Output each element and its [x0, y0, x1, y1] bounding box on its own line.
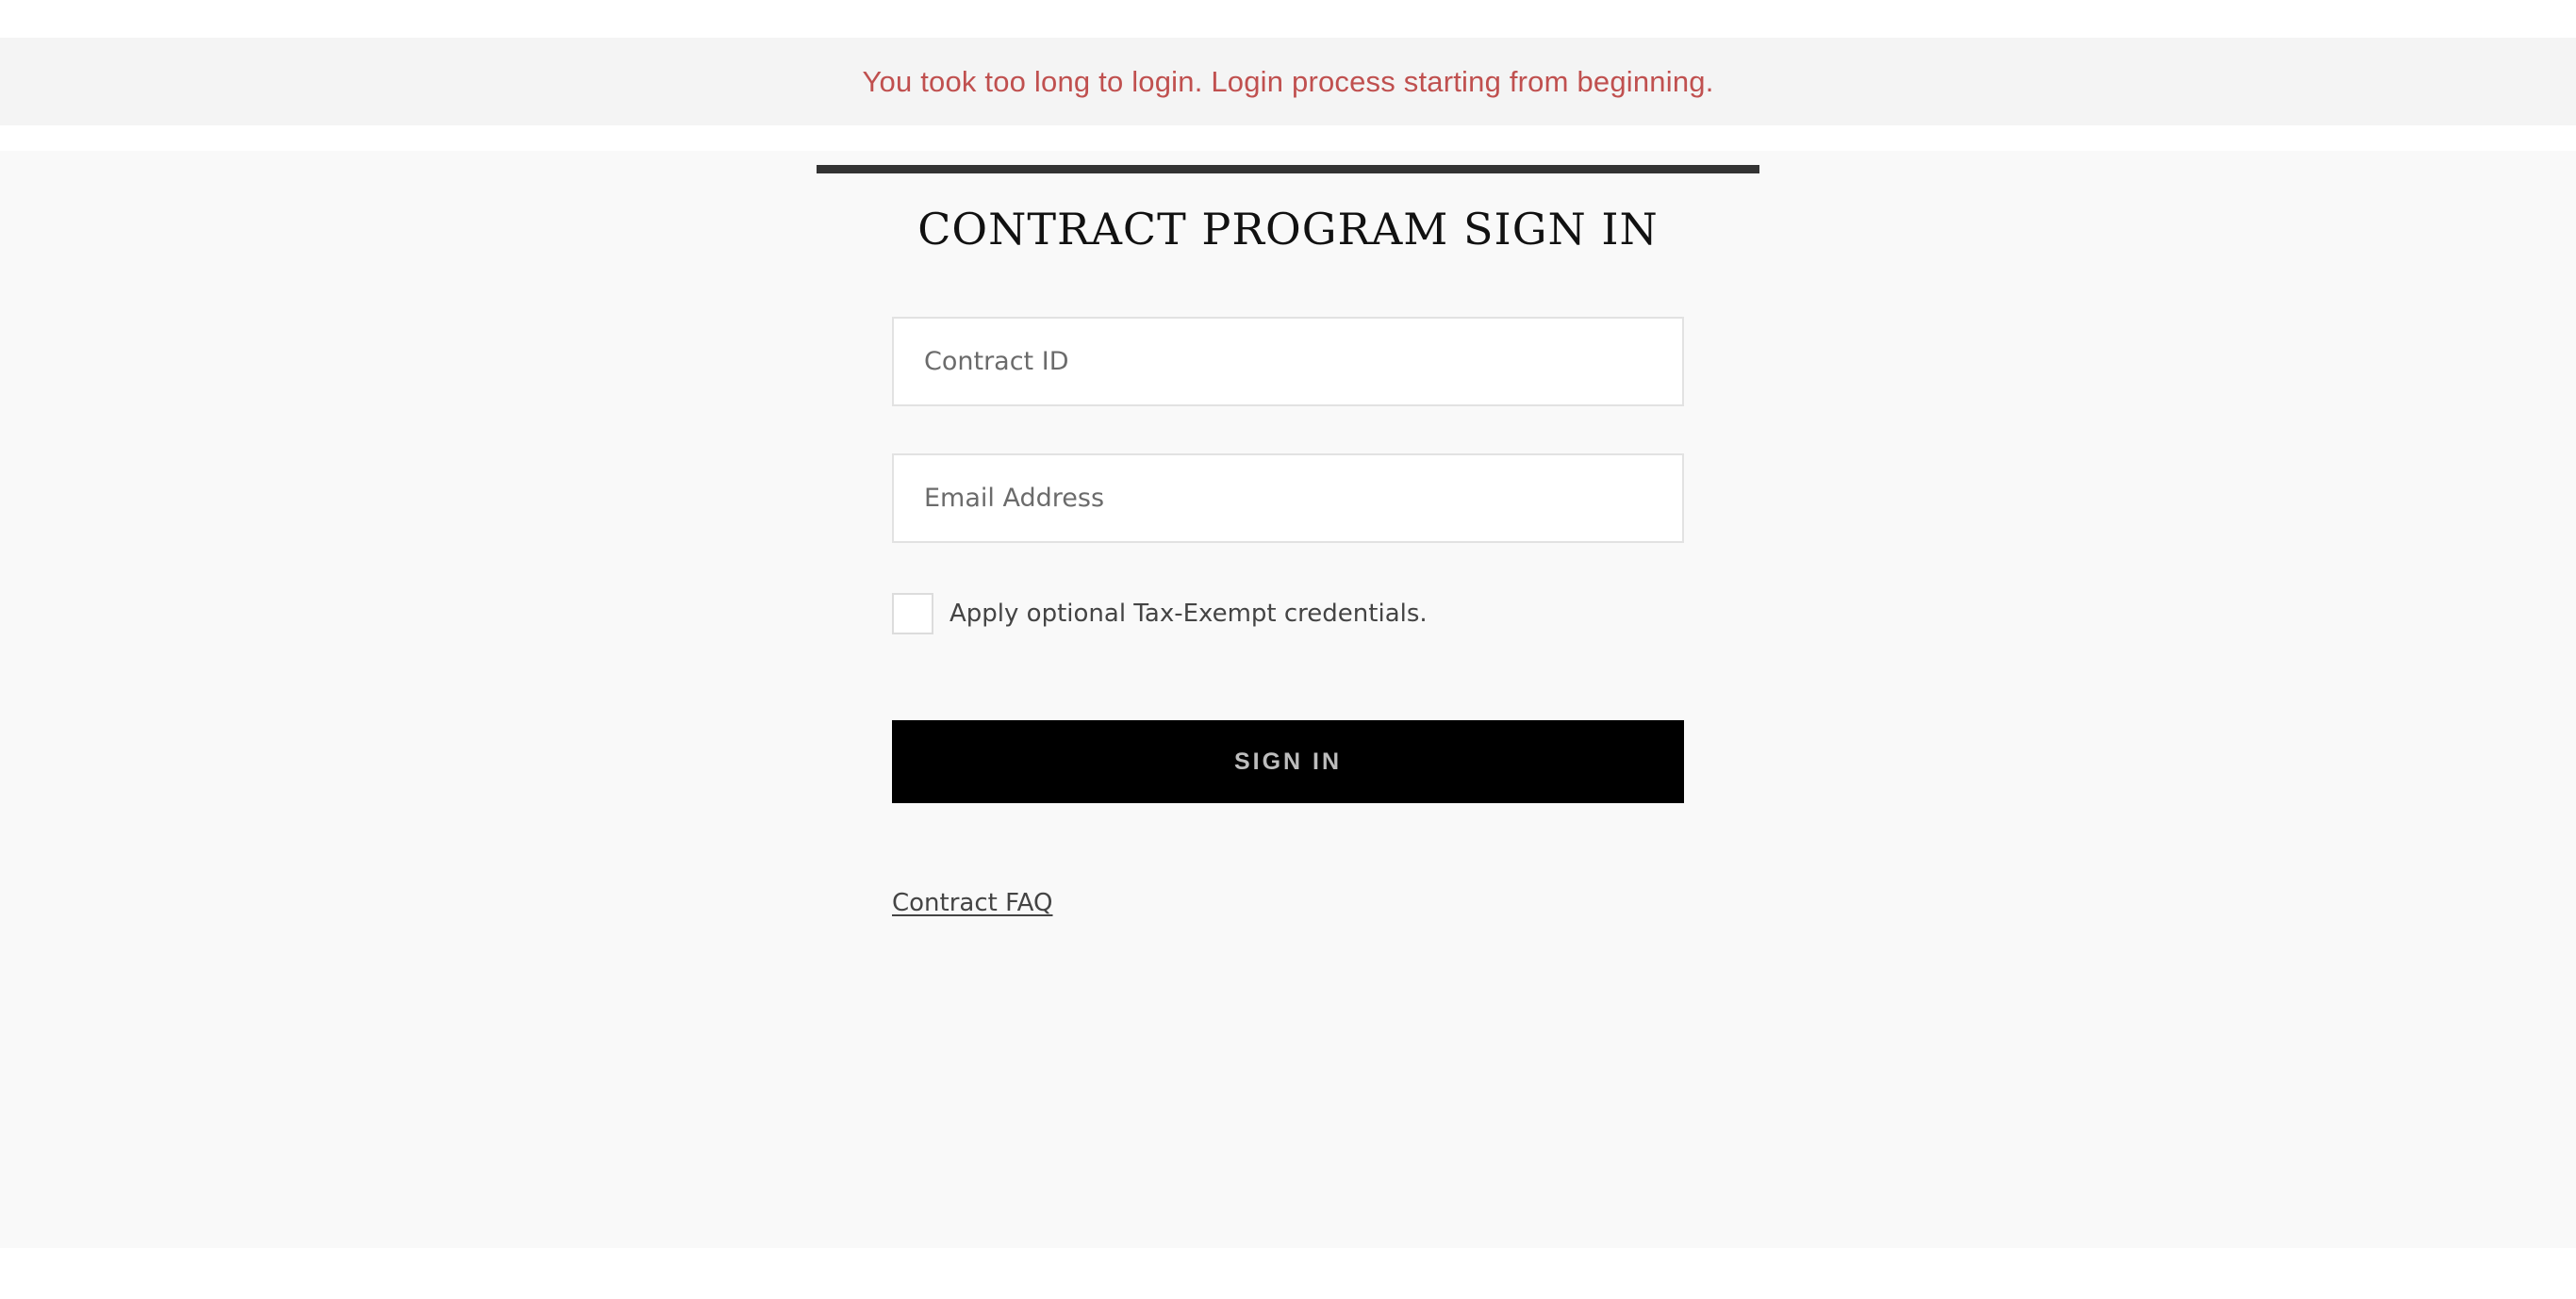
contract-faq-link[interactable]: Contract FAQ — [892, 889, 1052, 917]
tax-exempt-checkbox[interactable] — [892, 592, 933, 634]
tax-exempt-label[interactable]: Apply optional Tax-Exempt credentials. — [949, 600, 1428, 628]
email-address-input[interactable] — [892, 453, 1684, 543]
contract-id-input[interactable] — [892, 317, 1684, 406]
session-timeout-alert: You took too long to login. Login proces… — [0, 38, 2576, 125]
tax-exempt-option: Apply optional Tax-Exempt credentials. — [892, 592, 1428, 634]
top-divider — [817, 165, 1759, 173]
sign-in-button[interactable]: SIGN IN — [892, 720, 1684, 803]
page-title: CONTRACT PROGRAM SIGN IN — [917, 204, 1659, 255]
signin-panel — [0, 151, 2576, 1248]
alert-message: You took too long to login. Login proces… — [862, 64, 1714, 98]
